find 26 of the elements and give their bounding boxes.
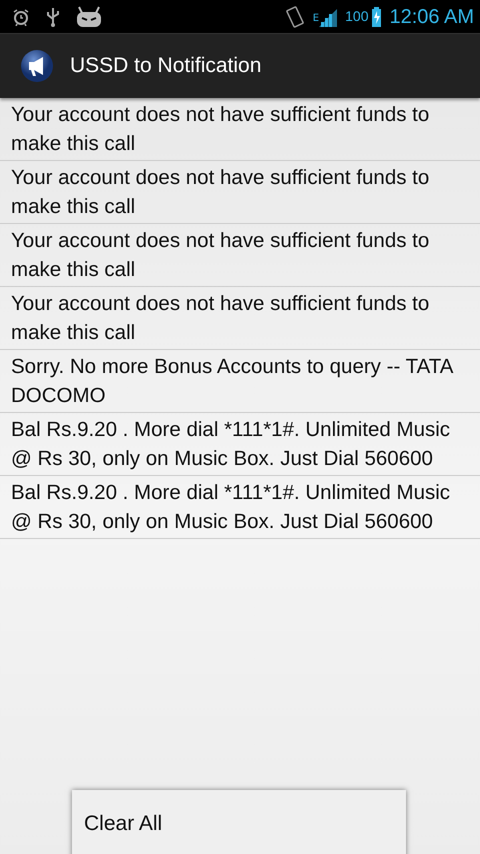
robot-icon bbox=[76, 6, 102, 28]
message-text: Your account does not have sufficient funds to make this call bbox=[11, 291, 430, 346]
message-text: Your account does not have sufficient funds to make this call bbox=[11, 165, 430, 220]
signal-icon bbox=[319, 6, 338, 26]
network-type-label: E bbox=[312, 12, 320, 26]
message-text: Sorry. No more Bonus Accounts to query -- TATA DOCOMO bbox=[11, 354, 454, 408]
rotation-icon bbox=[284, 4, 305, 28]
message-row[interactable]: Your account does not have sufficient funds to make this call bbox=[0, 287, 480, 350]
alarm-icon bbox=[12, 8, 30, 26]
message-row[interactable]: Your account does not have sufficient funds to make this call bbox=[0, 98, 480, 161]
message-text: Your account does not have sufficient funds to make this call bbox=[11, 102, 430, 156]
app-title: USSD to Notification bbox=[70, 53, 262, 80]
battery-level: 100 bbox=[345, 7, 368, 26]
message-row[interactable]: Your account does not have sufficient funds to make this call bbox=[0, 224, 480, 287]
message-text: Bal Rs.9.20 . More dial *111*1#. Unlimited Music @ Rs 30, only on Music Box. Just Dial 560600 bbox=[11, 417, 452, 472]
usb-icon bbox=[46, 6, 60, 26]
message-text: Bal Rs.9.20 . More dial *111*1#. Unlimited Music @ Rs 30, only on Music Box. Just Dial 560600 bbox=[11, 480, 452, 534]
message-row[interactable]: Sorry. No more Bonus Accounts to query -- TATA DOCOMO bbox=[0, 350, 480, 413]
message-row[interactable]: Bal Rs.9.20 . More dial *111*1#. Unlimited Music @ Rs 30, only on Music Box. Just Dial 560600 bbox=[0, 413, 480, 476]
clock-time: 12:06 AM bbox=[389, 4, 474, 30]
message-text: Your account does not have sufficient funds to make this call bbox=[11, 228, 430, 282]
megaphone-icon bbox=[20, 49, 54, 83]
battery-charging-icon bbox=[372, 6, 382, 26]
menu-item[interactable]: Clear All bbox=[72, 790, 174, 854]
message-row[interactable]: Bal Rs.9.20 . More dial *111*1#. Unlimited Music @ Rs 30, only on Music Box. Just Dial 560600 bbox=[0, 476, 480, 539]
message-row[interactable]: Your account does not have sufficient funds to make this call bbox=[0, 161, 480, 224]
